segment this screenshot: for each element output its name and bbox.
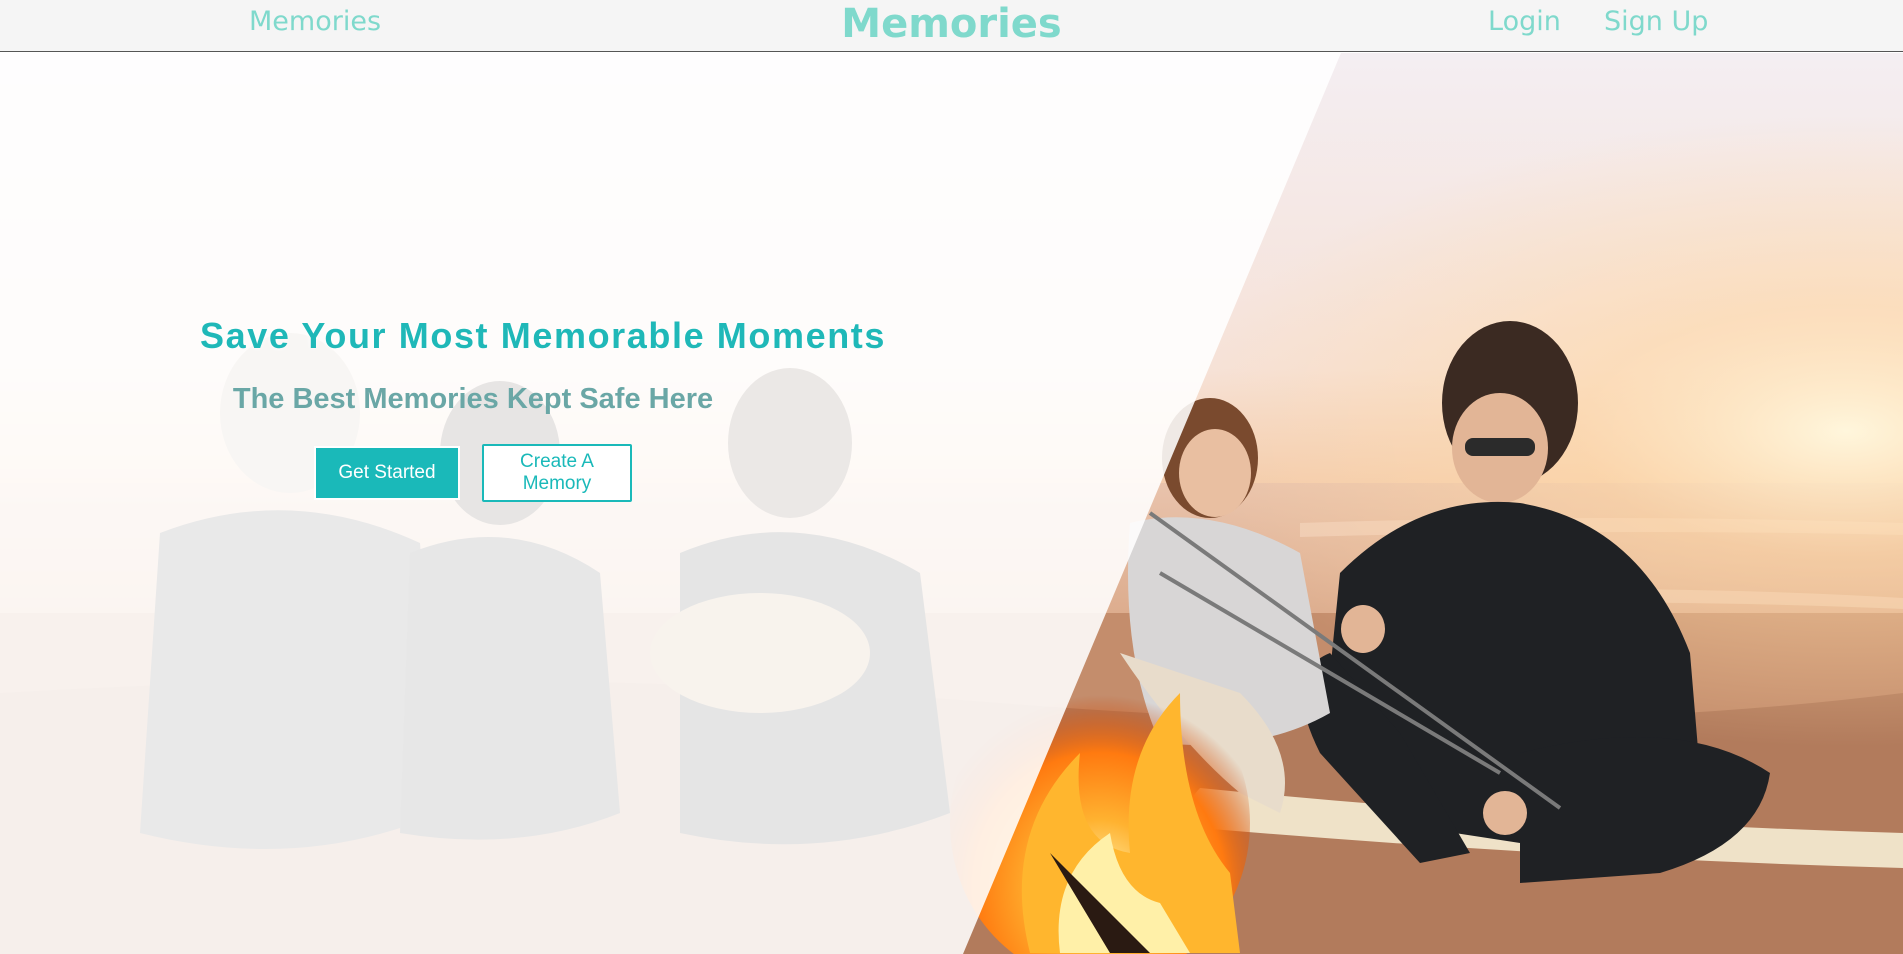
get-started-button[interactable]: Get Started: [314, 446, 460, 500]
signup-link[interactable]: Sign Up: [1604, 6, 1708, 37]
login-link[interactable]: Login: [1488, 6, 1561, 37]
create-memory-button[interactable]: Create A Memory: [482, 444, 632, 502]
hero-section: Save Your Most Memorable Moments The Bes…: [0, 53, 1903, 954]
hero-headline: Save Your Most Memorable Moments: [200, 315, 887, 356]
nav-memories-link[interactable]: Memories: [249, 6, 381, 37]
hero-subheadline: The Best Memories Kept Safe Here: [232, 383, 714, 415]
diagonal-white-overlay: [0, 53, 1341, 954]
hero-button-row: Get Started Create A Memory: [200, 444, 746, 502]
top-navbar: Memories Memories Login Sign Up: [0, 0, 1903, 52]
brand-title[interactable]: Memories: [841, 1, 1061, 47]
hero-content: Save Your Most Memorable Moments The Bes…: [200, 315, 887, 502]
